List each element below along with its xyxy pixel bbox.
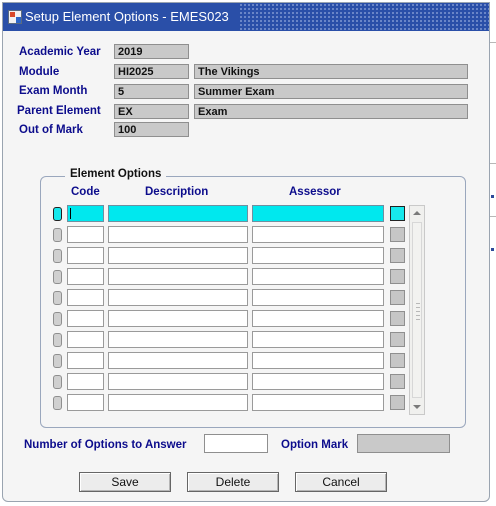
parent-element-code-field[interactable]: EX <box>114 104 189 119</box>
row-flag[interactable] <box>390 269 405 284</box>
row-selector[interactable] <box>53 291 62 305</box>
row-flag[interactable] <box>390 395 405 410</box>
number-of-options-input[interactable] <box>204 434 268 453</box>
save-button[interactable]: Save <box>79 472 171 492</box>
row-flag[interactable] <box>390 206 405 221</box>
cancel-button[interactable]: Cancel <box>295 472 387 492</box>
element-options-legend: Element Options <box>65 168 167 180</box>
row-flag[interactable] <box>390 248 405 263</box>
row-selector[interactable] <box>53 228 62 242</box>
assessor-cell[interactable] <box>252 394 384 411</box>
description-cell[interactable] <box>108 268 248 285</box>
description-cell[interactable] <box>108 331 248 348</box>
assessor-cell[interactable] <box>252 289 384 306</box>
row-flag[interactable] <box>390 227 405 242</box>
out-of-mark-label: Out of Mark <box>19 124 83 136</box>
assessor-cell[interactable] <box>252 373 384 390</box>
description-cell[interactable] <box>108 247 248 264</box>
code-cell[interactable] <box>67 373 104 390</box>
row-flag[interactable] <box>390 353 405 368</box>
row-selector[interactable] <box>53 312 62 326</box>
description-cell[interactable] <box>108 205 248 222</box>
academic-year-field[interactable]: 2019 <box>114 44 189 59</box>
description-cell[interactable] <box>108 373 248 390</box>
code-cell[interactable] <box>67 289 104 306</box>
out-of-mark-field[interactable]: 100 <box>114 122 189 137</box>
row-selector[interactable] <box>53 354 62 368</box>
code-cell[interactable] <box>67 394 104 411</box>
row-selector[interactable] <box>53 333 62 347</box>
option-mark-field[interactable] <box>357 434 450 453</box>
assessor-cell[interactable] <box>252 331 384 348</box>
parent-element-label: Parent Element <box>17 105 101 117</box>
code-cell[interactable] <box>67 310 104 327</box>
number-of-options-label: Number of Options to Answer <box>24 439 187 451</box>
row-selector[interactable] <box>53 249 62 263</box>
form-app-icon <box>8 10 22 24</box>
background-window-edge <box>490 30 496 506</box>
code-cell[interactable] <box>67 205 104 222</box>
scroll-down-arrow-icon[interactable] <box>410 400 424 414</box>
exam-month-label: Exam Month <box>19 85 88 97</box>
scrollbar-thumb[interactable] <box>412 222 422 398</box>
vertical-scrollbar[interactable] <box>409 205 425 415</box>
scroll-up-arrow-icon[interactable] <box>410 206 424 220</box>
row-selector[interactable] <box>53 207 62 221</box>
module-name-field[interactable]: The Vikings <box>194 64 468 79</box>
row-flag[interactable] <box>390 332 405 347</box>
row-flag[interactable] <box>390 290 405 305</box>
delete-button[interactable]: Delete <box>187 472 279 492</box>
row-flag[interactable] <box>390 311 405 326</box>
code-cell[interactable] <box>67 331 104 348</box>
row-selector[interactable] <box>53 396 62 410</box>
assessor-cell[interactable] <box>252 352 384 369</box>
title-bar[interactable]: Setup Element Options - EMES023 <box>3 3 489 31</box>
window-title: Setup Element Options - EMES023 <box>25 9 229 24</box>
column-header-description: Description <box>145 186 209 198</box>
assessor-cell[interactable] <box>252 247 384 264</box>
assessor-cell[interactable] <box>252 268 384 285</box>
code-cell[interactable] <box>67 247 104 264</box>
academic-year-label: Academic Year <box>19 46 101 58</box>
description-cell[interactable] <box>108 289 248 306</box>
assessor-cell[interactable] <box>252 310 384 327</box>
parent-element-name-field[interactable]: Exam <box>194 104 468 119</box>
assessor-cell[interactable] <box>252 226 384 243</box>
row-selector[interactable] <box>53 270 62 284</box>
exam-name-field[interactable]: Summer Exam <box>194 84 468 99</box>
code-cell[interactable] <box>67 352 104 369</box>
column-header-code: Code <box>71 186 100 198</box>
exam-month-field[interactable]: 5 <box>114 84 189 99</box>
column-header-assessor: Assessor <box>289 186 341 198</box>
code-cell[interactable] <box>67 268 104 285</box>
assessor-cell[interactable] <box>252 205 384 222</box>
module-code-field[interactable]: HI2025 <box>114 64 189 79</box>
option-mark-label: Option Mark <box>281 439 349 451</box>
description-cell[interactable] <box>108 310 248 327</box>
description-cell[interactable] <box>108 226 248 243</box>
row-selector[interactable] <box>53 375 62 389</box>
description-cell[interactable] <box>108 352 248 369</box>
module-label: Module <box>19 66 60 78</box>
description-cell[interactable] <box>108 394 248 411</box>
code-cell[interactable] <box>67 226 104 243</box>
row-flag[interactable] <box>390 374 405 389</box>
